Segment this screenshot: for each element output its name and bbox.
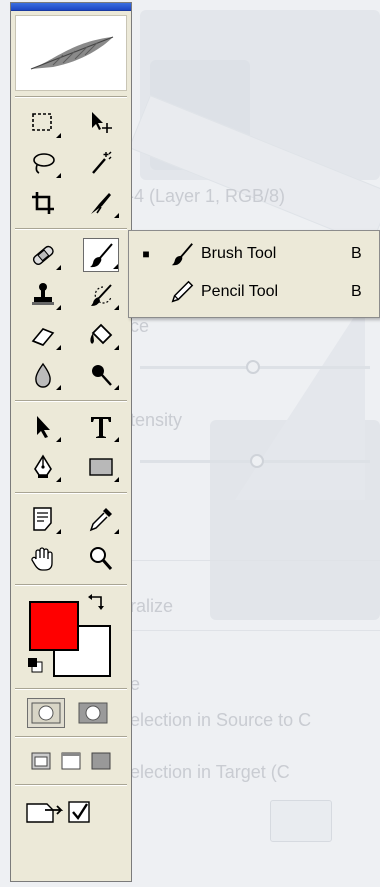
standard-mode-icon: [31, 702, 61, 724]
default-colors-icon[interactable]: [27, 657, 43, 673]
separator: [15, 96, 127, 98]
brush-icon: [163, 239, 201, 269]
slice-tool[interactable]: [83, 186, 119, 220]
type-tool[interactable]: [83, 410, 119, 444]
separator: [15, 736, 127, 738]
crop-icon: [32, 192, 54, 214]
dodge-icon: [92, 365, 112, 386]
magnifier-icon: [90, 547, 113, 570]
brush-icon: [90, 243, 113, 268]
eraser-tool[interactable]: [25, 318, 61, 352]
separator: [15, 228, 127, 230]
foreground-color-swatch[interactable]: [29, 601, 79, 651]
toolbox-titlebar[interactable]: [11, 3, 131, 11]
eyedropper-icon: [89, 508, 112, 532]
lasso-icon: [33, 153, 55, 174]
swap-colors-icon[interactable]: [87, 593, 107, 613]
full-screen-menu-mode-button[interactable]: [59, 749, 83, 773]
background-shape: [235, 300, 365, 500]
toolbox-panel: [10, 2, 132, 882]
full-screen-menu-icon: [61, 752, 81, 770]
zoom-tool[interactable]: [83, 542, 119, 576]
standard-screen-icon: [31, 752, 51, 770]
type-t-icon: [91, 417, 111, 438]
eyedropper-tool[interactable]: [83, 502, 119, 536]
water-drop-icon: [35, 362, 51, 388]
healing-brush-tool[interactable]: [25, 238, 61, 272]
background-slider-knob: [246, 360, 260, 374]
note-icon: [33, 507, 52, 531]
quick-mask-icon: [78, 702, 108, 724]
paint-bucket-tool[interactable]: [83, 318, 119, 352]
arrow-cursor-icon: [37, 416, 50, 438]
history-brush-tool[interactable]: [83, 278, 119, 312]
history-brush-icon: [91, 284, 112, 306]
separator: [15, 784, 127, 786]
background-label: tensity: [130, 410, 183, 430]
hand-tool[interactable]: [25, 542, 61, 576]
slice-knife-icon: [91, 193, 111, 214]
clone-stamp-tool[interactable]: [25, 278, 61, 312]
feather-icon: [30, 36, 114, 70]
pencil-icon: [163, 277, 201, 307]
quick-mask-mode-button[interactable]: [75, 699, 111, 727]
separator: [15, 400, 127, 402]
separator: [15, 492, 127, 494]
bandage-icon: [32, 245, 54, 265]
dodge-tool[interactable]: [83, 358, 119, 392]
notes-tool[interactable]: [25, 502, 61, 536]
flyout-item-shortcut: B: [351, 245, 362, 262]
move-arrow-icon: [92, 112, 112, 133]
background-divider: [130, 630, 380, 631]
selected-marker: ■: [142, 247, 150, 261]
feather-logo[interactable]: [15, 15, 127, 91]
path-selection-tool[interactable]: [25, 410, 61, 444]
background-title: -4 (Layer 1, RGB/8): [128, 186, 286, 206]
brush-tool-flyout-menu: ■ Brush Tool B Pencil Tool B: [128, 230, 380, 318]
background-slider-knob: [250, 454, 264, 468]
move-tool[interactable]: [83, 106, 119, 140]
separator: [15, 584, 127, 586]
flyout-item-shortcut: B: [351, 283, 362, 300]
rect-marquee-icon: [32, 113, 52, 131]
background-label: ralize: [130, 596, 174, 616]
background-label: election in Target (C: [130, 762, 290, 782]
paint-bucket-icon: [90, 323, 113, 345]
standard-screen-mode-button[interactable]: [29, 749, 53, 773]
background-dropdown: [270, 800, 332, 842]
standard-mode-button[interactable]: [27, 698, 65, 728]
hand-icon: [31, 547, 53, 571]
lasso-tool[interactable]: [25, 146, 61, 180]
jump-to-imageready-button[interactable]: [21, 794, 117, 828]
rectangle-shape-tool[interactable]: [83, 450, 119, 484]
magic-wand-icon: [92, 151, 112, 174]
stamp-icon: [32, 283, 54, 305]
full-screen-mode-button[interactable]: [89, 749, 113, 773]
blur-tool[interactable]: [25, 358, 61, 392]
imageready-icon: [26, 801, 90, 823]
marquee-tool[interactable]: [25, 106, 61, 140]
flyout-item-pencil-tool[interactable]: Pencil Tool B: [129, 273, 379, 311]
color-swatches: [11, 591, 131, 683]
background-label: ce: [130, 316, 150, 336]
eraser-icon: [31, 328, 55, 346]
separator: [15, 688, 127, 690]
crop-tool[interactable]: [25, 186, 61, 220]
rectangle-shape-icon: [89, 458, 113, 476]
background-divider: [130, 560, 380, 561]
flyout-item-label: Pencil Tool: [201, 283, 279, 300]
pen-tool[interactable]: [25, 450, 61, 484]
magic-wand-tool[interactable]: [83, 146, 119, 180]
full-screen-icon: [91, 752, 111, 770]
brush-tool[interactable]: [83, 238, 119, 272]
background-label: election in Source to C: [130, 710, 312, 730]
pen-nib-icon: [34, 454, 52, 478]
flyout-item-label: Brush Tool: [201, 245, 277, 262]
flyout-item-brush-tool[interactable]: ■ Brush Tool B: [129, 235, 379, 273]
